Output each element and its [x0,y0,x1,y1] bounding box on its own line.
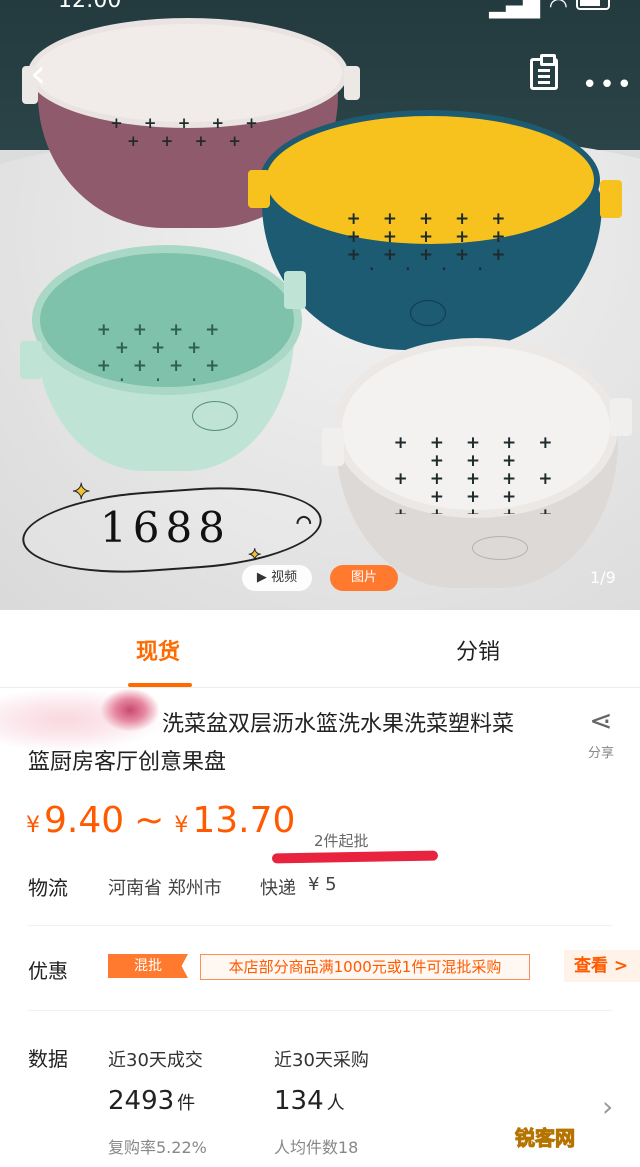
divider [28,1010,612,1011]
sticker-text: 1688 [100,503,231,552]
sparkle-icon: ✦ [247,545,262,565]
price-range: ¥9.40 ~ ¥13.70 [26,800,295,841]
share-icon: ⋖ [589,704,613,737]
price-high: 13.70 [192,800,296,841]
view-promotion-button[interactable]: 查看 > [564,950,640,982]
status-bar: 12:00 ▂▄▆ ◠ [0,0,640,22]
back-icon[interactable]: ‹ [30,54,58,94]
bowl-mint: + + + + + + ++ + + + + + + [20,245,312,475]
product-title-line1: 洗菜盆双层沥水篮洗水果洗菜塑料菜 [162,712,515,737]
stat-30d-buyers-number: 134 [274,1086,324,1116]
swirl-icon: ◠ [296,512,313,534]
price-separator: ~ [134,800,165,841]
price-low: 9.40 [44,800,125,841]
stat-30d-sales-unit: 件 [177,1093,196,1114]
bowl-mint-holes: + + + + + + ++ + + + + + + [96,321,228,381]
tab-distribution[interactable]: 分销 [456,634,500,666]
product-title: 洗菜盆双层沥水篮洗水果洗菜塑料菜 篮厨房客厅创意果盘 [28,706,568,782]
status-time: 12:00 [58,0,122,13]
stats-label: 数据 [28,1047,68,1071]
divider [28,925,612,926]
stat-avg-quantity: 人均件数18 [274,1138,359,1157]
share-label: 分享 [587,746,614,761]
promotion-label: 优惠 [28,959,68,983]
promotion-text: 本店部分商品满1000元或1件可混批采购 [200,954,530,980]
image-pager: 1/9 [590,568,616,587]
stat-30d-buyers-value: 134 人 [274,1086,345,1116]
battery-icon [576,0,610,10]
logistics-origin: 河南省 郑州市 [108,878,222,899]
stat-30d-sales-number: 2493 [108,1086,175,1116]
bowl-grey: + + + + + + + ++ + + + + + + ++ + + + + … [322,338,632,594]
mixed-batch-badge: 混批 [108,954,188,978]
site-watermark: 锐客网 [515,1126,576,1151]
product-title-line2: 篮厨房客厅创意果盘 [28,750,227,775]
more-icon[interactable]: ••• [582,70,634,100]
logistics-method: 快递 [260,878,296,899]
stat-repurchase-rate: 复购率5.22% [108,1138,207,1157]
currency-symbol: ¥ [174,813,189,838]
stat-30d-buyers-unit: 人 [326,1093,345,1114]
video-button[interactable]: ▶ 视频 [242,565,312,591]
wifi-icon: ◠ [548,0,568,19]
product-detail-page: + + + + + + + + + + + + + + + + + + + + +… [0,0,640,1167]
tab-spot[interactable]: 现货 [136,634,180,666]
tab-active-indicator [128,683,192,687]
photo-button[interactable]: 图片 [330,565,398,591]
bowl-mauve-holes: + + + + + + + + + [110,114,266,150]
stat-30d-sales-value: 2493 件 [108,1086,195,1116]
share-button[interactable]: ⋖ 分享 [584,704,618,762]
bowl-grey-holes: + + + + + + + ++ + + + + + + ++ + + + + … [393,434,561,514]
stat-30d-sales-label: 近30天成交 [108,1050,203,1071]
logistics-fee: ¥ 5 [308,874,337,895]
red-underline-annotation [271,850,439,864]
video-label: 视频 [271,570,298,585]
product-image-carousel[interactable]: + + + + + + + + + + + + + + + + + + + + +… [0,0,640,610]
currency-symbol: ¥ [26,813,40,838]
chevron-right-icon[interactable]: › [602,1090,613,1123]
clipboard-icon[interactable] [530,54,558,90]
logistics-label: 物流 [28,876,68,900]
bowl-yellow-holes: + + + + + + + + + ++ + + + + + + + + [346,210,514,270]
sparkle-icon: ✦ [71,480,91,506]
tab-bar: 现货 分销 [0,610,640,688]
minimum-order: 2件起批 [314,832,369,850]
signal-icon: ▂▄▆ [489,0,540,19]
stat-30d-buyers-label: 近30天采购 [274,1050,369,1071]
